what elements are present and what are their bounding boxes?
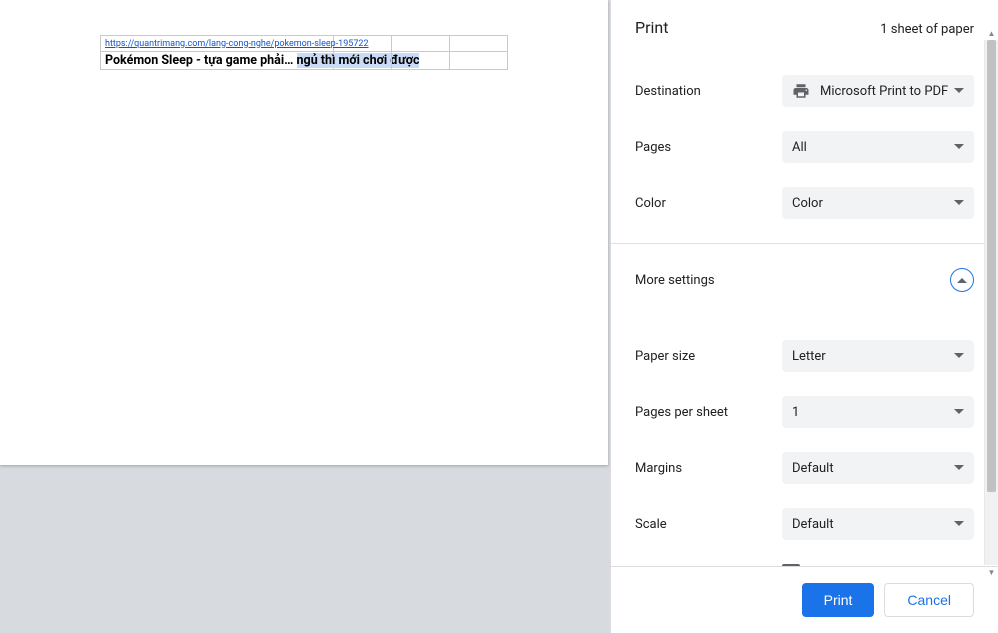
- chevron-down-icon: [954, 88, 964, 94]
- color-select[interactable]: Color: [782, 187, 974, 219]
- scale-label: Scale: [635, 517, 775, 532]
- dialog-footer: Print Cancel: [611, 566, 998, 633]
- collapse-icon: [950, 268, 974, 292]
- scroll-up-icon: ▲: [985, 26, 998, 40]
- chevron-down-icon: [954, 465, 964, 471]
- pages-per-sheet-select[interactable]: 1: [782, 396, 974, 428]
- chevron-down-icon: [954, 521, 964, 527]
- printer-icon: [792, 82, 810, 100]
- scrollbar-thumb[interactable]: [987, 40, 996, 492]
- margins-value: Default: [792, 461, 834, 476]
- scale-select[interactable]: Default: [782, 508, 974, 540]
- pages-label: Pages: [635, 140, 775, 155]
- paper-size-select[interactable]: Letter: [782, 340, 974, 372]
- print-button[interactable]: Print: [802, 583, 875, 617]
- pages-value: All: [792, 140, 807, 155]
- cancel-button[interactable]: Cancel: [884, 583, 974, 617]
- pages-per-sheet-label: Pages per sheet: [635, 405, 775, 420]
- chevron-down-icon: [954, 409, 964, 415]
- margins-label: Margins: [635, 461, 775, 476]
- chevron-down-icon: [954, 144, 964, 150]
- table-row: Pokémon Sleep - tựa game phải… ngủ thì m…: [100, 52, 508, 70]
- spreadsheet-content: https://quantrimang.com/lang-cong-nghe/p…: [100, 35, 508, 70]
- scroll-down-icon: ▼: [985, 565, 998, 579]
- sheet-count: 1 sheet of paper: [880, 22, 974, 37]
- panel-title: Print: [635, 18, 668, 37]
- chevron-down-icon: [954, 200, 964, 206]
- destination-value: Microsoft Print to PDF: [820, 84, 948, 99]
- chevron-down-icon: [954, 353, 964, 359]
- color-value: Color: [792, 196, 823, 211]
- print-settings-panel: Print 1 sheet of paper Destination Micro…: [610, 0, 998, 633]
- pages-per-sheet-value: 1: [792, 405, 799, 420]
- destination-select[interactable]: Microsoft Print to PDF: [782, 75, 974, 107]
- cell-link: https://quantrimang.com/lang-cong-nghe/p…: [105, 39, 369, 49]
- more-settings-toggle[interactable]: More settings: [611, 244, 998, 316]
- paper-size-value: Letter: [792, 349, 826, 364]
- table-row: https://quantrimang.com/lang-cong-nghe/p…: [100, 35, 508, 52]
- destination-label: Destination: [635, 84, 775, 99]
- margins-select[interactable]: Default: [782, 452, 974, 484]
- preview-page: https://quantrimang.com/lang-cong-nghe/p…: [0, 0, 608, 465]
- paper-size-label: Paper size: [635, 349, 775, 364]
- scrollbar[interactable]: ▲ ▼: [984, 40, 998, 565]
- pages-select[interactable]: All: [782, 131, 974, 163]
- color-label: Color: [635, 196, 775, 211]
- print-preview-area: https://quantrimang.com/lang-cong-nghe/p…: [0, 0, 610, 633]
- scale-value: Default: [792, 517, 834, 532]
